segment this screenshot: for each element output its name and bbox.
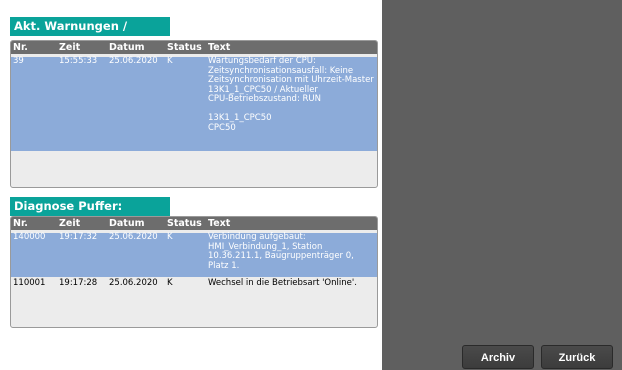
column-datum[interactable]: Datum	[109, 217, 145, 230]
cell-datum: 25.06.2020	[109, 278, 158, 288]
diagnose-buffer-view[interactable]: Nr. Zeit Datum Status Text 140000 19:17:…	[10, 216, 378, 328]
warnings-title: Akt. Warnungen / Fehler	[10, 17, 170, 52]
column-zeit[interactable]: Zeit	[59, 41, 80, 54]
cell-text: Verbindung aufgebaut: HMI_Verbindung_1, …	[208, 232, 354, 271]
column-text[interactable]: Text	[208, 217, 376, 230]
cell-zeit: 19:17:32	[59, 232, 98, 242]
section-separator	[0, 188, 382, 196]
cell-nr: 39	[13, 56, 24, 66]
column-datum[interactable]: Datum	[109, 41, 145, 54]
cell-text: Wechsel in die Betriebsart 'Online'.	[208, 278, 357, 288]
cell-nr: 140000	[13, 232, 46, 242]
column-zeit[interactable]: Zeit	[59, 217, 80, 230]
column-nr[interactable]: Nr.	[13, 41, 28, 54]
cell-status: K	[167, 56, 173, 66]
warnings-column-header: Nr. Zeit Datum Status Text	[11, 41, 377, 54]
diagnose-column-header: Nr. Zeit Datum Status Text	[11, 217, 377, 230]
zurueck-button[interactable]: Zurück	[541, 345, 613, 369]
cell-nr: 110001	[13, 278, 46, 288]
column-text[interactable]: Text	[208, 41, 376, 54]
diagnose-row[interactable]: 140000 19:17:32 25.06.2020 K Verbindung …	[11, 232, 377, 277]
warnings-alarm-view[interactable]: Nr. Zeit Datum Status Text 39 15:55:33 2…	[10, 40, 378, 188]
top-divider	[0, 12, 382, 15]
cell-datum: 25.06.2020	[109, 232, 158, 242]
warning-row[interactable]: 39 15:55:33 25.06.2020 K Wartungsbedarf …	[11, 56, 377, 151]
column-nr[interactable]: Nr.	[13, 217, 28, 230]
cell-zeit: 15:55:33	[59, 56, 98, 66]
cell-status: K	[167, 278, 173, 288]
cell-text: Wartungsbedarf der CPU: Zeitsynchronisat…	[208, 56, 374, 133]
column-status[interactable]: Status	[167, 41, 202, 54]
cell-datum: 25.06.2020	[109, 56, 158, 66]
column-status[interactable]: Status	[167, 217, 202, 230]
archiv-button[interactable]: Archiv	[462, 345, 534, 369]
cell-zeit: 19:17:28	[59, 278, 98, 288]
cell-status: K	[167, 232, 173, 242]
diagnose-title: Diagnose Puffer:	[10, 197, 170, 216]
diagnose-row[interactable]: 110001 19:17:28 25.06.2020 K Wechsel in …	[11, 278, 377, 291]
